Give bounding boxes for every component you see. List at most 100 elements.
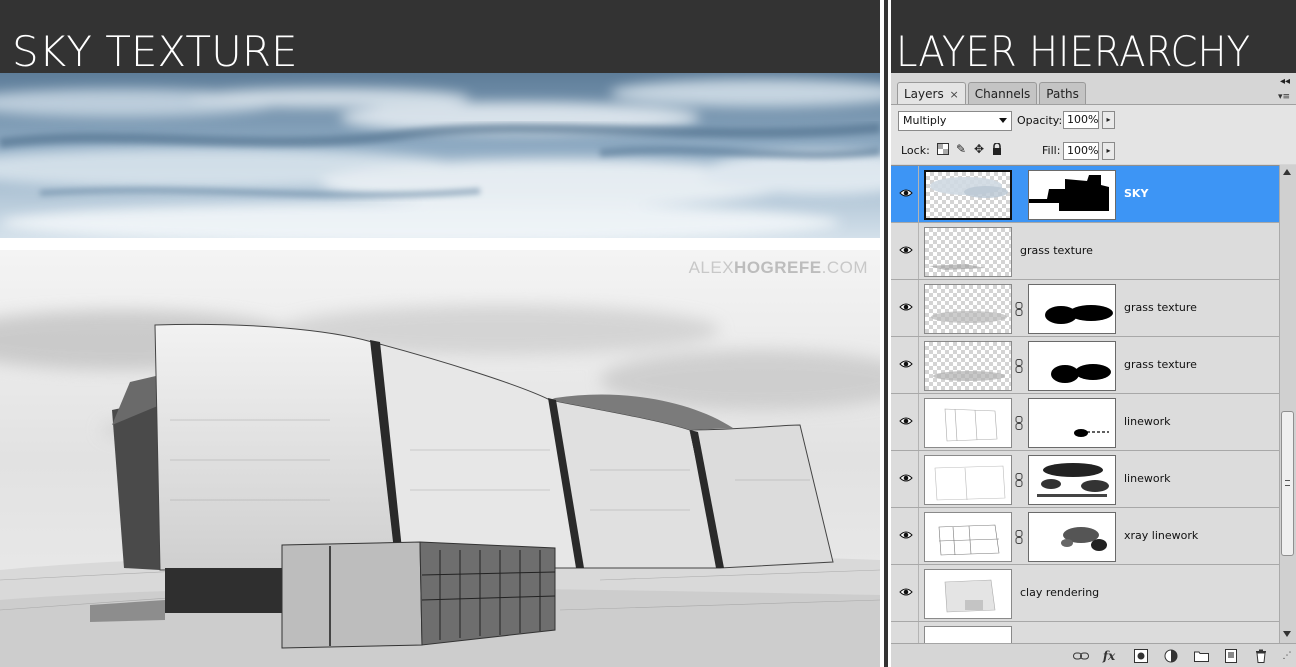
layer-row[interactable]: SKY: [891, 166, 1279, 223]
layer-thumbnail: [924, 170, 1012, 220]
visibility-cell[interactable]: [891, 280, 919, 336]
eye-icon[interactable]: [899, 359, 913, 369]
visibility-cell[interactable]: [891, 622, 919, 643]
link-layers-icon[interactable]: [1073, 648, 1089, 663]
chain-link-icon[interactable]: [1015, 416, 1023, 430]
opacity-label: Opacity:: [1017, 114, 1063, 127]
eye-icon[interactable]: [899, 245, 913, 255]
panel-collapse-icon[interactable]: ◂◂: [1280, 76, 1290, 87]
chain-link-icon[interactable]: [1015, 359, 1023, 373]
layer-row[interactable]: linework: [891, 394, 1279, 451]
layer-thumbnail: [924, 284, 1012, 334]
building-render-image: ALEXHOGREFE.COM: [0, 250, 880, 667]
layer-options: Multiply Opacity: 100% ▸ Lock: ✎ ✥ Fill:…: [891, 104, 1296, 164]
layer-list: SKY grass texture grass texture grass te…: [891, 165, 1279, 643]
eye-icon[interactable]: [899, 416, 913, 426]
layer-name: SKY: [1124, 187, 1149, 200]
opacity-stepper-icon[interactable]: ▸: [1102, 111, 1115, 129]
layer-name: grass texture: [1124, 358, 1197, 371]
opacity-field[interactable]: 100%: [1063, 111, 1099, 129]
panel-menu-icon[interactable]: ▾≡: [1278, 92, 1290, 102]
layer-row[interactable]: clay rendering: [891, 565, 1279, 622]
sky-texture-title: SKY TEXTURE: [12, 27, 298, 76]
layer-mask-thumbnail[interactable]: [1028, 455, 1116, 505]
eye-icon[interactable]: [899, 473, 913, 483]
scroll-thumb[interactable]: [1281, 411, 1294, 556]
visibility-cell[interactable]: [891, 394, 919, 450]
eye-icon[interactable]: [899, 302, 913, 312]
layer-mask-thumbnail[interactable]: [1028, 341, 1116, 391]
layer-mask-thumbnail[interactable]: [1028, 284, 1116, 334]
eye-icon[interactable]: [899, 530, 913, 540]
lock-position-icon[interactable]: ✥: [972, 142, 986, 156]
fill-stepper-icon[interactable]: ▸: [1102, 142, 1115, 160]
visibility-cell[interactable]: [891, 223, 919, 279]
scroll-up-icon[interactable]: [1283, 169, 1291, 175]
chain-link-icon[interactable]: [1015, 302, 1023, 316]
adjustment-layer-icon[interactable]: [1163, 648, 1179, 663]
layer-row[interactable]: grass texture: [891, 280, 1279, 337]
visibility-cell[interactable]: [891, 565, 919, 621]
layer-row[interactable]: xray linework: [891, 508, 1279, 565]
layer-name: grass texture: [1124, 301, 1197, 314]
visibility-cell[interactable]: [891, 508, 919, 564]
layer-thumbnail: [924, 626, 1012, 643]
layer-hierarchy-title: LAYER HIERARCHY: [896, 27, 1251, 76]
fx-icon[interactable]: fx: [1101, 648, 1117, 663]
layer-thumbnail: [924, 569, 1012, 619]
tab-paths[interactable]: Paths: [1039, 82, 1086, 104]
tab-channels[interactable]: Channels: [967, 82, 1038, 104]
scroll-down-icon[interactable]: [1283, 631, 1291, 637]
eye-icon[interactable]: [899, 188, 913, 198]
sky-texture-pane: SKY TEXTURE ALEXHOGREFE.COM: [0, 0, 880, 667]
layer-thumbnail: [924, 398, 1012, 448]
grip-icon: [1285, 480, 1290, 486]
lock-transparency-icon[interactable]: [936, 142, 950, 156]
add-mask-icon[interactable]: [1133, 648, 1149, 663]
layer-thumbnail: [924, 455, 1012, 505]
left-header-bar: SKY TEXTURE: [0, 0, 880, 76]
layer-name: grass texture: [1020, 244, 1093, 257]
fill-field[interactable]: 100%: [1063, 142, 1099, 160]
pane-divider: [884, 0, 888, 667]
layer-thumbnail: [924, 227, 1012, 277]
visibility-cell[interactable]: [891, 166, 919, 222]
fill-label: Fill:: [1042, 144, 1061, 157]
lock-pixels-icon[interactable]: ✎: [954, 142, 968, 156]
lock-all-icon[interactable]: [990, 142, 1004, 156]
layer-row[interactable]: grass texture: [891, 337, 1279, 394]
layer-hierarchy-pane: LAYER HIERARCHY ◂◂ Layers × Channels Pat…: [891, 0, 1296, 667]
layers-bottom-toolbar: fx ⋰: [891, 643, 1296, 667]
layer-mask-thumbnail[interactable]: [1028, 398, 1116, 448]
visibility-cell[interactable]: [891, 337, 919, 393]
layer-thumbnail: [924, 341, 1012, 391]
layer-list-scrollbar[interactable]: [1279, 165, 1296, 643]
lock-label: Lock:: [901, 144, 930, 157]
new-layer-icon[interactable]: [1223, 648, 1239, 663]
watermark: ALEXHOGREFE.COM: [688, 258, 868, 277]
layer-name: clay rendering: [1020, 586, 1100, 599]
chain-link-icon[interactable]: [1015, 530, 1023, 544]
visibility-cell[interactable]: [891, 451, 919, 507]
layer-row[interactable]: grass texture: [891, 223, 1279, 280]
layer-name: linework: [1124, 415, 1171, 428]
layer-row[interactable]: linework: [891, 451, 1279, 508]
chevron-down-icon: [999, 118, 1007, 123]
panel-tabs: Layers × Channels Paths: [897, 82, 1088, 104]
trash-icon[interactable]: [1253, 648, 1269, 663]
resize-grip-icon[interactable]: ⋰: [1279, 648, 1295, 663]
layer-thumbnail: [924, 512, 1012, 562]
chain-link-icon[interactable]: [1015, 473, 1023, 487]
blend-mode-select[interactable]: Multiply: [898, 111, 1012, 131]
layer-name: linework: [1124, 472, 1171, 485]
layer-mask-thumbnail[interactable]: [1028, 170, 1116, 220]
blend-mode-value: Multiply: [903, 114, 947, 127]
layer-mask-thumbnail[interactable]: [1028, 512, 1116, 562]
layer-row[interactable]: [891, 622, 1279, 643]
sky-texture-image: [0, 73, 880, 238]
eye-icon[interactable]: [899, 587, 913, 597]
new-group-icon[interactable]: [1193, 648, 1209, 663]
tab-layers[interactable]: Layers ×: [897, 82, 966, 104]
close-icon[interactable]: ×: [950, 88, 959, 101]
layer-name: xray linework: [1124, 529, 1199, 542]
